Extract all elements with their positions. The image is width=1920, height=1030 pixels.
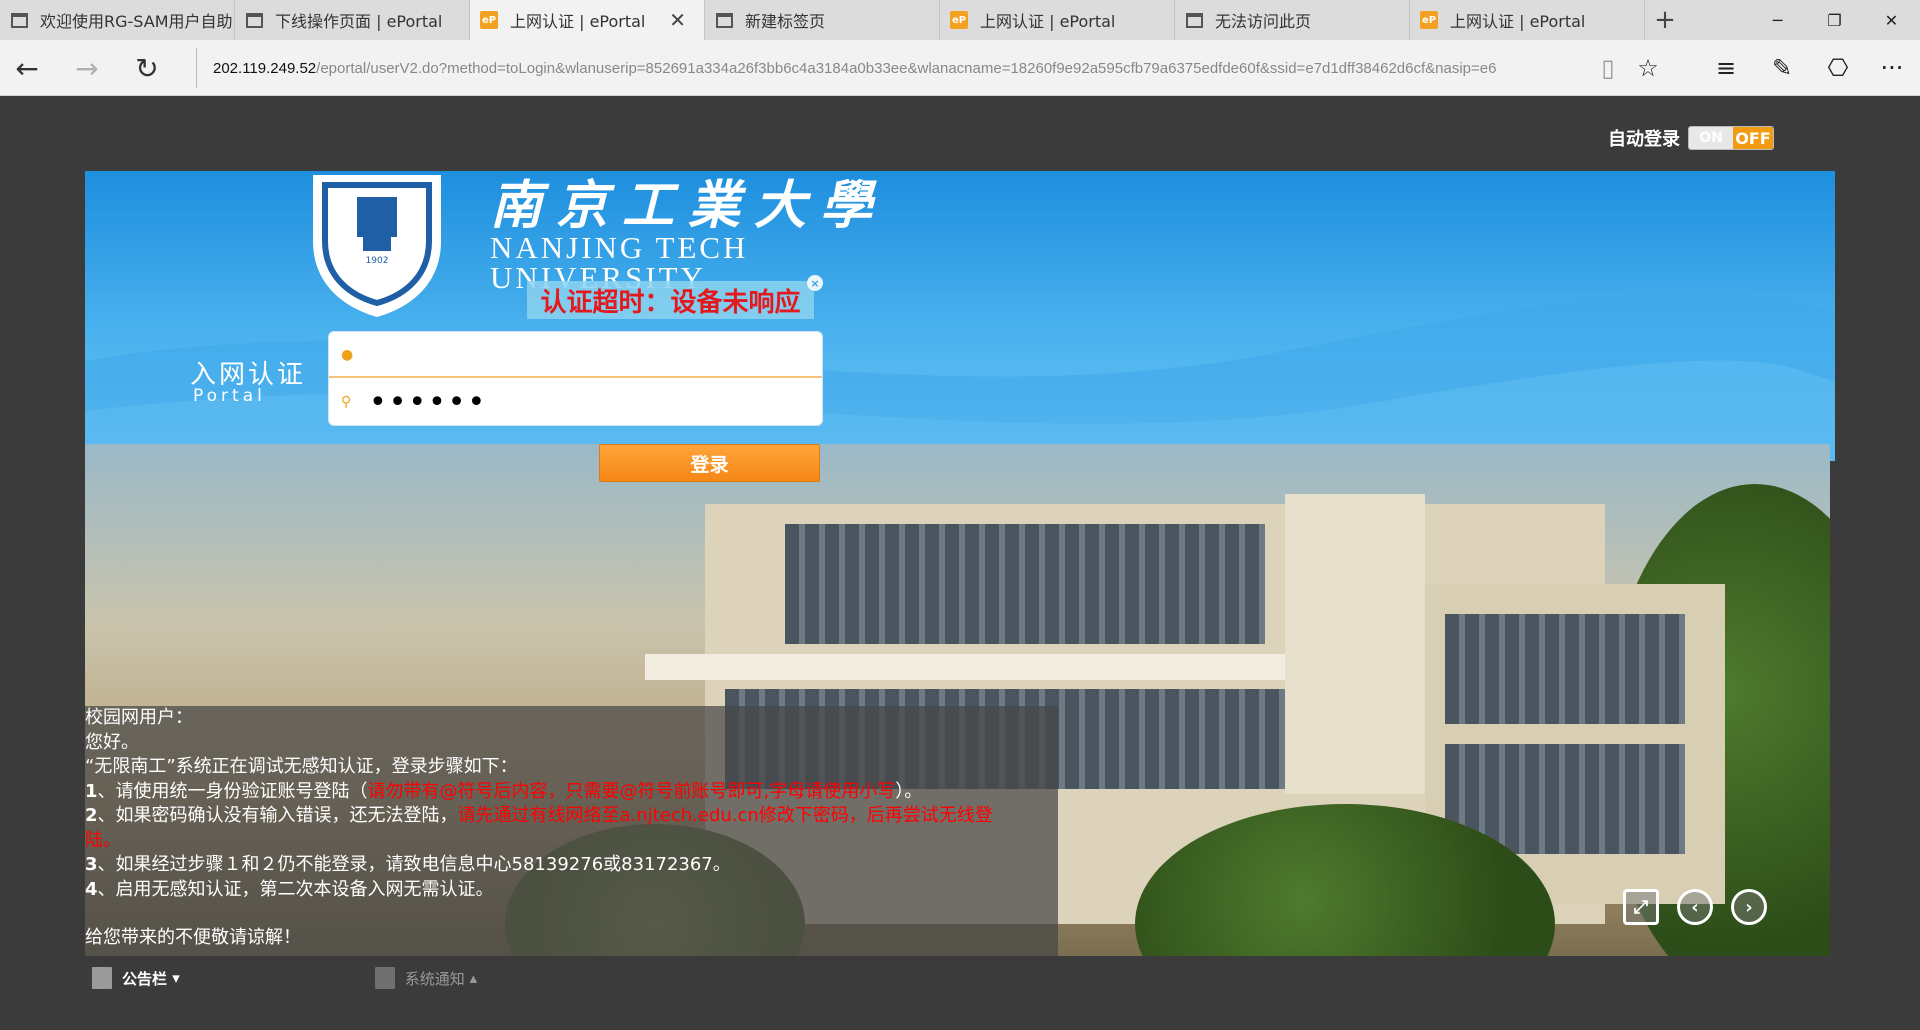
username-input[interactable]	[369, 337, 822, 373]
tab-strip: 欢迎使用RG-SAM用户自助 下线操作页面 | ePortal eP 上网认证 …	[0, 0, 1920, 40]
username-row: ●	[329, 334, 822, 378]
new-tab-button[interactable]: +	[1645, 0, 1685, 40]
portal-title-en: Portal	[193, 386, 266, 406]
url-host: 202.119.249.52	[213, 59, 317, 77]
gear-document-icon	[374, 967, 395, 989]
login-button[interactable]: 登录	[599, 444, 820, 482]
document-icon	[92, 967, 112, 989]
slideshow-controls: ⤢ ‹ ›	[1623, 889, 1767, 925]
tab-title: 欢迎使用RG-SAM用户自助	[40, 12, 233, 31]
notice-greeting: 校园网用户：	[85, 707, 193, 728]
browser-tab[interactable]: eP 上网认证 | ePortal	[1410, 0, 1645, 40]
password-input[interactable]	[369, 384, 822, 420]
chevron-down-icon: ▾	[172, 969, 180, 987]
more-icon[interactable]: ···	[1872, 50, 1912, 86]
address-toolbar: ← → ↻ 202.119.249.52/eportal/userV2.do?m…	[0, 40, 1920, 96]
school-name-cn: 南京工業大學	[490, 175, 887, 236]
login-form: ● ⚲	[328, 331, 823, 426]
browser-tab[interactable]: 下线操作页面 | ePortal	[235, 0, 470, 40]
tab-title: 上网认证 | ePortal	[1450, 12, 1586, 31]
notice-closing: 给您带来的不便敬请谅解！	[85, 927, 301, 948]
close-tab-icon[interactable]: ✕	[669, 8, 686, 32]
notice-step: 1、请使用统一身份验证账号登陆（请勿带有@符号后内容，只需要@符号前账号即可,字…	[85, 780, 923, 802]
close-window-button[interactable]: ✕	[1863, 0, 1920, 40]
eportal-icon: eP	[950, 11, 968, 29]
tab-title: 无法访问此页	[1215, 12, 1312, 31]
key-icon: ⚲	[341, 394, 352, 410]
eportal-icon: eP	[1420, 11, 1438, 29]
password-row: ⚲	[329, 380, 822, 424]
notice-step: 2、如果密码确认没有输入错误，还无法登陆，请先通过有线网络至a.njtech.e…	[85, 805, 993, 851]
tab-title: 下线操作页面 | ePortal	[275, 12, 443, 31]
toggle-off-label: OFF	[1733, 127, 1773, 149]
tab-title: 上网认证 | ePortal	[980, 12, 1116, 31]
refresh-button[interactable]: ↻	[128, 50, 166, 86]
toggle-on-label: ON	[1689, 127, 1733, 149]
window-controls: ─ ❐ ✕	[1749, 0, 1920, 40]
footer-bar: 公告栏 ▾ 系统通知 ▴	[92, 967, 477, 989]
page-viewport: 自动登录 ON OFF 1902 南京工業大學 NANJING TECH UNI…	[0, 97, 1920, 1030]
page-icon	[715, 11, 733, 29]
maximize-button[interactable]: ❐	[1806, 0, 1863, 40]
auto-login: 自动登录 ON OFF	[1608, 125, 1774, 151]
bulletin-board-tab[interactable]: 公告栏 ▾	[92, 967, 180, 989]
page-icon	[1185, 11, 1203, 29]
page-icon	[245, 11, 263, 29]
back-button[interactable]: ←	[8, 50, 46, 86]
notice-step: 3、如果经过步骤１和２仍不能登录，请致电信息中心58139276或8317236…	[85, 854, 731, 875]
svg-text:1902: 1902	[366, 256, 389, 266]
browser-tab[interactable]: 新建标签页	[705, 0, 940, 40]
login-banner: 1902 南京工業大學 NANJING TECH UNIVERSITY 认证超时…	[85, 171, 1835, 956]
tab-title: 新建标签页	[745, 12, 826, 31]
user-icon: ●	[341, 347, 354, 363]
notice-panel: 校园网用户： 您好。 “无限南工”系统正在调试无感知认证，登录步骤如下： 1、请…	[85, 706, 1058, 956]
url-path: /eportal/userV2.do?method=toLogin&wlanus…	[316, 59, 1497, 77]
browser-tab[interactable]: 无法访问此页	[1175, 0, 1410, 40]
favorite-star-icon[interactable]: ☆	[1628, 50, 1668, 86]
error-alert: 认证超时：设备未响应	[527, 281, 814, 319]
reading-view-icon[interactable]: ▯	[1588, 50, 1628, 86]
close-alert-icon[interactable]: ×	[807, 275, 823, 291]
prev-slide-icon[interactable]: ‹	[1677, 889, 1713, 925]
auto-login-label: 自动登录	[1608, 129, 1680, 150]
system-notice-tab[interactable]: 系统通知 ▴	[374, 967, 478, 989]
browser-tab[interactable]: eP 上网认证 | ePortal	[940, 0, 1175, 40]
browser-tab[interactable]: 欢迎使用RG-SAM用户自助	[0, 0, 235, 40]
browser-tab-active[interactable]: eP 上网认证 | ePortal ✕	[470, 0, 705, 40]
page-icon	[10, 11, 28, 29]
next-slide-icon[interactable]: ›	[1731, 889, 1767, 925]
forward-button[interactable]: →	[68, 50, 106, 86]
web-note-icon[interactable]: ✎	[1762, 50, 1802, 86]
university-logo: 1902	[313, 175, 441, 317]
chevron-up-icon: ▴	[469, 969, 478, 987]
fullscreen-icon[interactable]: ⤢	[1623, 889, 1659, 925]
notice-step: 4、启用无感知认证，第二次本设备入网无需认证。	[85, 878, 494, 900]
auto-login-toggle[interactable]: ON OFF	[1688, 126, 1774, 150]
notice-greeting: 您好。	[85, 731, 139, 753]
address-bar[interactable]: 202.119.249.52/eportal/userV2.do?method=…	[196, 48, 1576, 88]
eportal-icon: eP	[480, 11, 498, 29]
share-icon[interactable]: ⎔	[1818, 50, 1858, 86]
minimize-button[interactable]: ─	[1749, 0, 1806, 40]
hub-icon[interactable]: ≡	[1706, 50, 1746, 86]
notice-intro: “无限南工”系统正在调试无感知认证，登录步骤如下：	[85, 756, 518, 777]
